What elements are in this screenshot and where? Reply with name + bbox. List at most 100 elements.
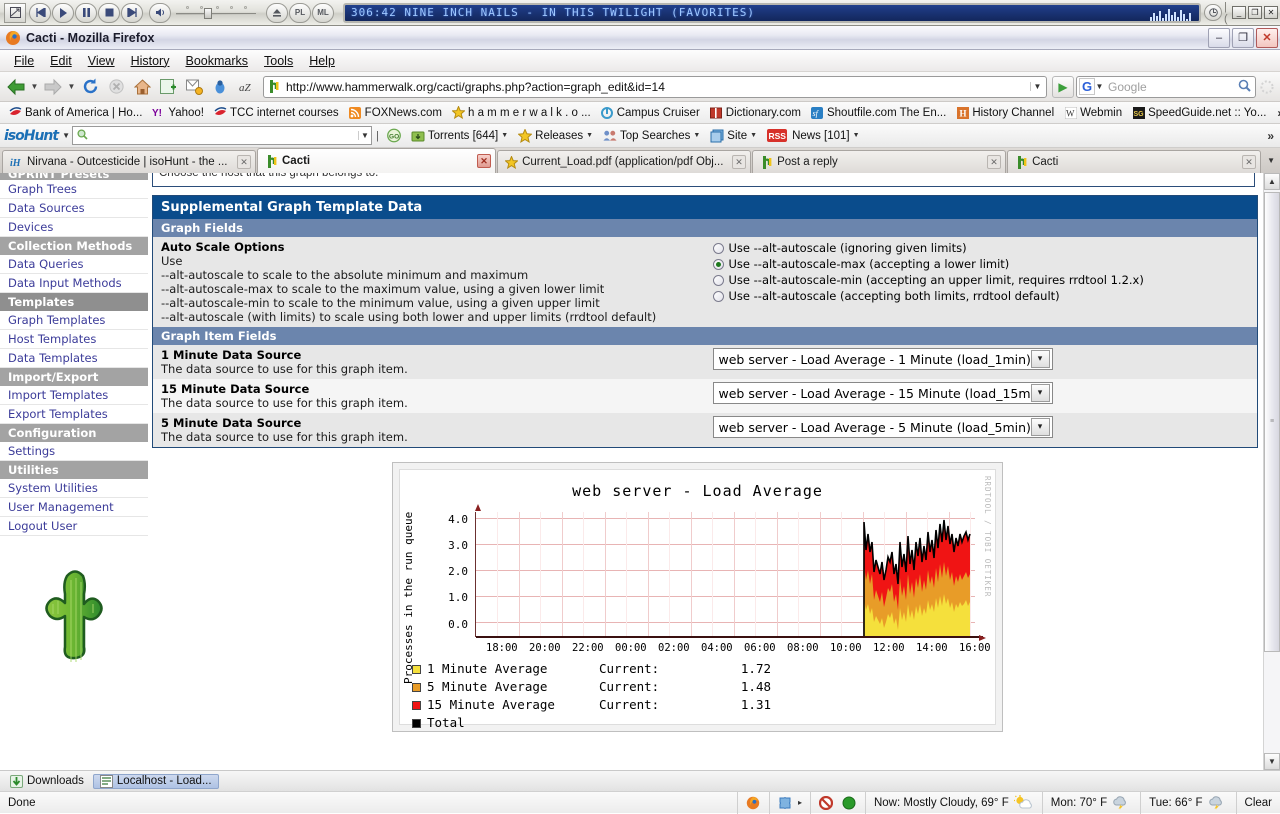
isohunt-news-item[interactable]: RSS News [101] ▼ bbox=[763, 129, 863, 143]
scroll-down-arrow-icon[interactable]: ▼ bbox=[1264, 753, 1280, 770]
status-addon-segment[interactable]: ▸ bbox=[768, 791, 810, 814]
firebug-icon[interactable] bbox=[208, 75, 232, 99]
sidebar-item-data-templates[interactable]: Data Templates bbox=[0, 349, 148, 368]
bookmark-item[interactable]: Campus Cruiser bbox=[596, 105, 705, 120]
menu-file[interactable]: File bbox=[6, 52, 42, 70]
bookmarks-overflow-icon[interactable]: » bbox=[1271, 106, 1280, 120]
radio-option-alt-autoscale-max[interactable]: Use --alt-autoscale-max (accepting a low… bbox=[712, 257, 1250, 272]
sidebar-header-collection-methods[interactable]: Collection Methods bbox=[0, 237, 148, 255]
tab-close-icon[interactable]: ✕ bbox=[732, 155, 747, 169]
tab-close-icon[interactable]: ✕ bbox=[477, 154, 492, 168]
bookmark-item[interactable]: SG SpeedGuide.net :: Yo... bbox=[1127, 105, 1271, 120]
navigation-toolbar[interactable]: ▼ ▼ aZ http://www.hammerwalk.org/cacti/g… bbox=[0, 72, 1280, 102]
eject-button[interactable] bbox=[266, 2, 288, 23]
scroll-up-arrow-icon[interactable]: ▲ bbox=[1264, 173, 1280, 190]
menu-bookmarks[interactable]: Bookmarks bbox=[177, 52, 256, 70]
sidebar-item-gprint-presets-partial[interactable]: GPRINT Presets bbox=[0, 173, 148, 180]
library-group[interactable]: PL ML bbox=[263, 2, 337, 23]
status-green-segment[interactable] bbox=[842, 792, 865, 814]
bookmark-item[interactable]: Y! Yahoo! bbox=[147, 105, 209, 120]
radio-icon[interactable] bbox=[712, 243, 724, 254]
clear-button[interactable]: Clear bbox=[1235, 791, 1280, 814]
search-engine-dropdown-icon[interactable]: ▼ bbox=[1095, 82, 1104, 91]
chevron-down-icon[interactable]: ▾ bbox=[1030, 418, 1050, 436]
sidebar-header-utilities[interactable]: Utilities bbox=[0, 461, 148, 479]
menu-edit[interactable]: Edit bbox=[42, 52, 80, 70]
window-minimize-button[interactable]: – bbox=[1208, 27, 1230, 48]
downloads-button[interactable]: Downloads bbox=[4, 774, 90, 789]
bookmark-item[interactable]: H History Channel bbox=[951, 105, 1059, 120]
bookmark-item[interactable]: FOXNews.com bbox=[344, 105, 447, 120]
tab-isohunt[interactable]: iH Nirvana - Outcesticide | isoHunt - th… bbox=[2, 150, 256, 173]
sidebar-item-import-templates[interactable]: Import Templates bbox=[0, 386, 148, 405]
tab-current-load-pdf[interactable]: Current_Load.pdf (application/pdf Obj...… bbox=[497, 150, 752, 173]
media-minimize-button[interactable]: _ bbox=[1232, 6, 1246, 19]
dropdown-15min-data-source[interactable]: web server - Load Average - 15 Minute (l… bbox=[712, 382, 1053, 404]
weather-now-segment[interactable]: Now: Mostly Cloudy, 69° F bbox=[864, 791, 1042, 814]
chevron-down-icon[interactable]: ▼ bbox=[501, 132, 508, 139]
menu-view[interactable]: View bbox=[80, 52, 123, 70]
home-icon[interactable] bbox=[130, 75, 154, 99]
sidebar-item-user-management[interactable]: User Management bbox=[0, 498, 148, 517]
go-button[interactable]: ▶ bbox=[1052, 75, 1074, 98]
back-icon[interactable] bbox=[4, 75, 28, 99]
bookmarks-toolbar[interactable]: Bank of America | Ho... Y! Yahoo! TCC int… bbox=[0, 102, 1280, 124]
menu-history[interactable]: History bbox=[123, 52, 178, 70]
isohunt-torrents-item[interactable]: Torrents [644] ▼ bbox=[407, 129, 512, 143]
sidebar-header-import-export[interactable]: Import/Export bbox=[0, 368, 148, 386]
green-status-icon[interactable] bbox=[842, 795, 857, 810]
volume-slider[interactable] bbox=[176, 5, 256, 20]
radio-option-alt-autoscale-min[interactable]: Use --alt-autoscale-min (accepting an up… bbox=[712, 273, 1250, 288]
sidebar-item-export-templates[interactable]: Export Templates bbox=[0, 405, 148, 424]
firefox-icon[interactable] bbox=[746, 795, 761, 810]
dropdown-1min-data-source[interactable]: web server - Load Average - 1 Minute (lo… bbox=[712, 348, 1053, 370]
search-magnifier-icon[interactable] bbox=[1235, 79, 1253, 95]
bookmark-item[interactable]: W Webmin bbox=[1059, 105, 1127, 120]
media-circle-button[interactable] bbox=[1204, 4, 1222, 21]
chevron-down-icon[interactable]: ▾ bbox=[1030, 384, 1050, 402]
sidebar-header-templates[interactable]: Templates bbox=[0, 293, 148, 311]
dropdown-5min-data-source[interactable]: web server - Load Average - 5 Minute (lo… bbox=[712, 416, 1053, 438]
menu-help[interactable]: Help bbox=[301, 52, 343, 70]
sidebar-item-data-sources[interactable]: Data Sources bbox=[0, 199, 148, 218]
isohunt-releases-item[interactable]: Releases ▼ bbox=[514, 128, 597, 143]
isohunt-go-button[interactable]: GO bbox=[383, 128, 405, 143]
tab-list-all-icon[interactable]: ▼ bbox=[1262, 156, 1280, 165]
sidebar-item-data-queries[interactable]: Data Queries bbox=[0, 255, 148, 274]
stop-button[interactable] bbox=[98, 2, 120, 23]
isohunt-toolbar[interactable]: isoHunt ▼ ▼ | GO Torrents [644] ▼ Release… bbox=[0, 124, 1280, 148]
tab-cacti-active[interactable]: Cacti ✕ bbox=[257, 148, 497, 173]
sidebar-item-devices[interactable]: Devices bbox=[0, 218, 148, 237]
chevron-down-icon[interactable]: ▼ bbox=[853, 132, 860, 139]
chevron-down-icon[interactable]: ▼ bbox=[750, 132, 757, 139]
media-close-button[interactable]: ✕ bbox=[1264, 6, 1278, 19]
url-dropdown-icon[interactable]: ▼ bbox=[1030, 82, 1044, 91]
play-button[interactable] bbox=[52, 2, 74, 23]
sidebar-item-graph-trees[interactable]: Graph Trees bbox=[0, 180, 148, 199]
isohunt-logo[interactable]: isoHunt bbox=[4, 128, 60, 144]
block-icon[interactable] bbox=[819, 795, 834, 810]
media-window-controls[interactable]: |( _ ❐ ✕ bbox=[1204, 1, 1280, 25]
tab-post-a-reply[interactable]: Post a reply ✕ bbox=[752, 150, 1007, 173]
radio-icon[interactable] bbox=[712, 291, 724, 302]
sidebar-item-graph-templates[interactable]: Graph Templates bbox=[0, 311, 148, 330]
search-bar[interactable]: G ▼ Google bbox=[1076, 75, 1256, 98]
back-dropdown-icon[interactable]: ▼ bbox=[30, 82, 39, 91]
chevron-right-icon[interactable]: ▸ bbox=[798, 798, 802, 807]
transport-controls[interactable] bbox=[26, 2, 146, 23]
taskbar-item-localhost-load[interactable]: Localhost - Load... bbox=[92, 773, 219, 789]
sidebar-item-system-utilities[interactable]: System Utilities bbox=[0, 479, 148, 498]
puzzle-icon[interactable] bbox=[778, 795, 793, 810]
pause-button[interactable] bbox=[75, 2, 97, 23]
tab-bar[interactable]: iH Nirvana - Outcesticide | isoHunt - th… bbox=[0, 148, 1280, 173]
scrollbar-thumb[interactable]: ≡ bbox=[1264, 192, 1280, 652]
tab-close-icon[interactable]: ✕ bbox=[1242, 155, 1257, 169]
tab-close-icon[interactable]: ✕ bbox=[237, 155, 251, 169]
bookmark-item[interactable]: Dictionary.com bbox=[705, 105, 806, 120]
search-input[interactable]: Google bbox=[1104, 80, 1235, 94]
tab-close-icon[interactable]: ✕ bbox=[987, 155, 1002, 169]
menu-bar[interactable]: File Edit View History Bookmarks Tools H… bbox=[0, 50, 1280, 72]
isohunt-overflow-icon[interactable]: » bbox=[1261, 129, 1280, 143]
forward-icon[interactable] bbox=[41, 75, 65, 99]
window-restore-button[interactable]: ❐ bbox=[1232, 27, 1254, 48]
